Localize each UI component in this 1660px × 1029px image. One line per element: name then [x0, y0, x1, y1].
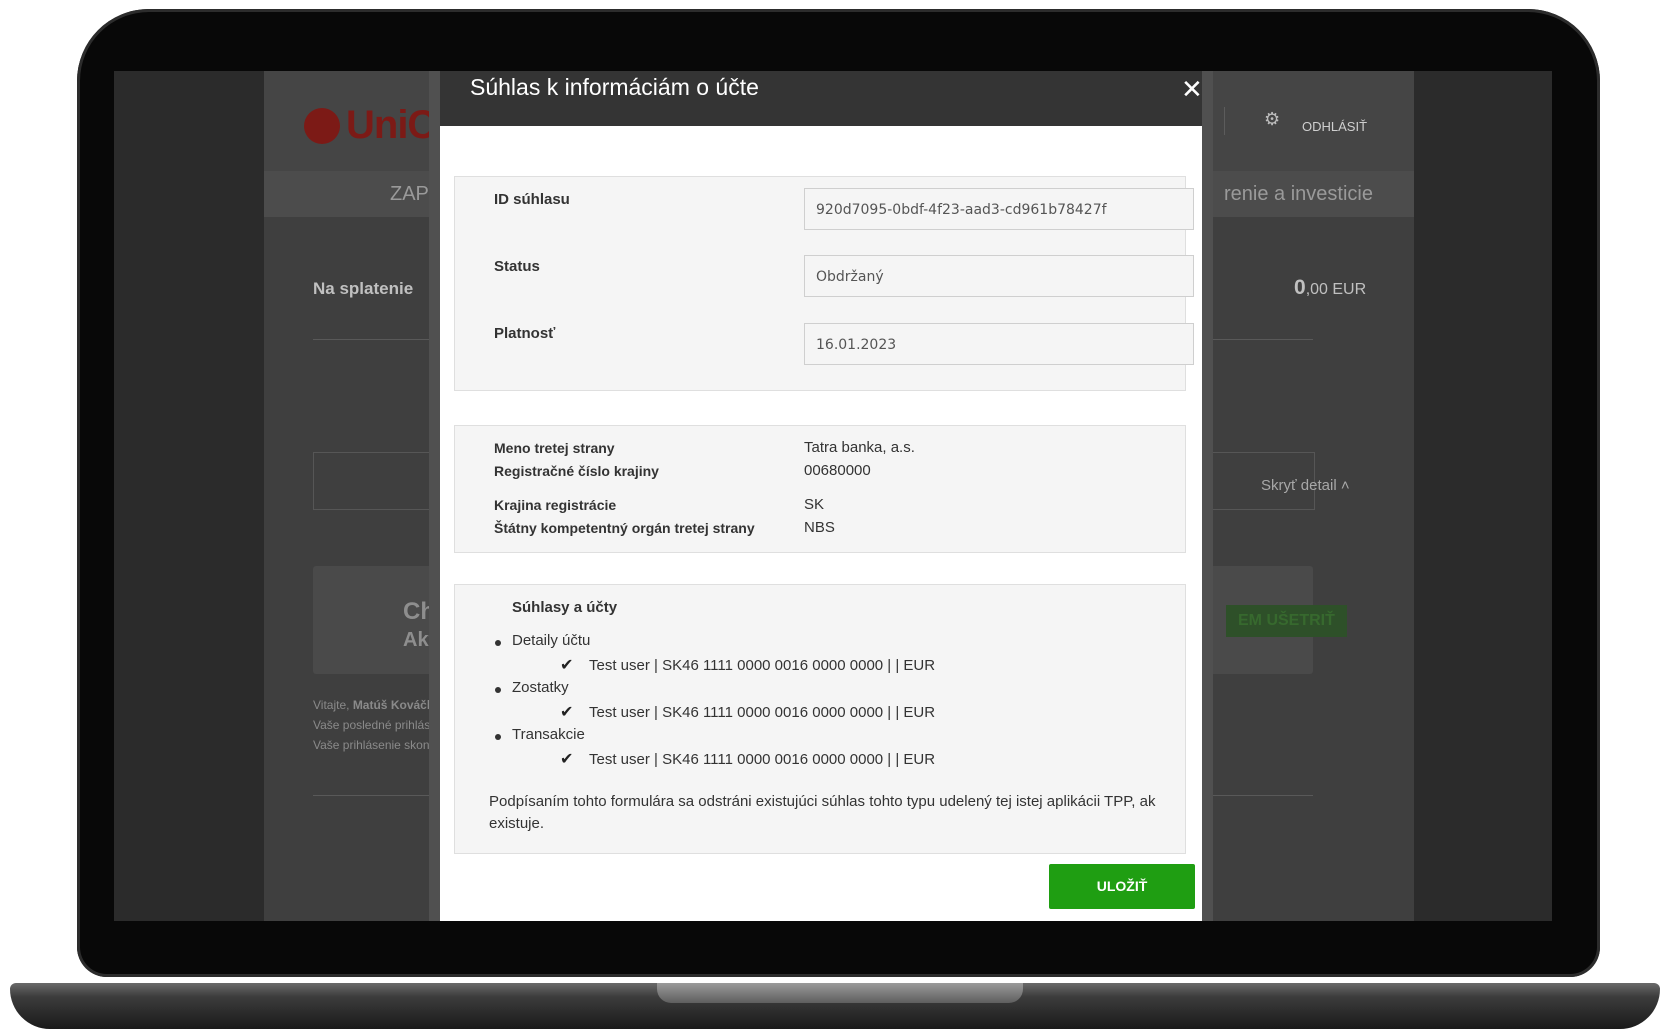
- checkmark-icon[interactable]: ✔: [560, 655, 573, 675]
- status-label: Status: [494, 258, 540, 275]
- consent-note: Podpísaním tohto formulára sa odstráni e…: [489, 793, 1156, 832]
- laptop-screen: UniCre ⚙ ODHLÁSIŤ ZAPLA renie a investic…: [114, 71, 1552, 921]
- logout-link[interactable]: ODHLÁSIŤ: [1302, 119, 1367, 134]
- checkmark-icon[interactable]: ✔: [560, 749, 573, 769]
- status-field[interactable]: Obdržaný: [804, 255, 1194, 297]
- validity-field[interactable]: 16.01.2023: [804, 323, 1194, 365]
- account-item: Test user | SK46 1111 0000 0016 0000 000…: [589, 704, 936, 721]
- country-value: SK: [804, 496, 825, 513]
- hide-detail-toggle[interactable]: Skryť detail ˄: [1261, 477, 1350, 494]
- consent-id-field[interactable]: 920d7095-0bdf-4f23-aad3-cd961b78427f: [804, 188, 1194, 230]
- welcome-name: Matúš Kováčl: [352, 698, 431, 712]
- consent-type-transactions: Transakcie: [512, 726, 585, 743]
- welcome-prefix: Vitajte,: [313, 698, 350, 712]
- welcome-block: Vitajte, Matúš Kováčl Vaše posledné prih…: [313, 695, 430, 755]
- gear-icon[interactable]: ⚙: [1264, 109, 1280, 130]
- chevron-up-icon: ˄: [1340, 477, 1350, 494]
- hide-detail-label: Skryť detail: [1261, 477, 1337, 494]
- last-login: Vaše posledné prihlás: [313, 718, 431, 732]
- country-label: Krajina registrácie: [494, 497, 617, 513]
- bullet-icon: [495, 640, 501, 646]
- consent-id-label: ID súhlasu: [494, 191, 570, 208]
- third-party-name-value: Tatra banka, a.s.: [804, 439, 915, 456]
- due-value-int: 0: [1294, 276, 1306, 299]
- consent-type-balances: Zostatky: [512, 679, 569, 696]
- due-value-rest: ,00 EUR: [1305, 281, 1367, 298]
- validity-label: Platnosť: [494, 325, 556, 342]
- modal-title: Súhlas k informáciám o účte: [470, 74, 759, 100]
- session-end: Vaše prihlásenie skon: [313, 738, 430, 752]
- due-value: 0,00 EUR: [1294, 276, 1366, 300]
- save-button[interactable]: ULOŽIŤ: [1049, 864, 1195, 909]
- authority-value: NBS: [804, 519, 835, 536]
- checkmark-icon[interactable]: ✔: [560, 702, 573, 722]
- account-item: Test user | SK46 1111 0000 0016 0000 000…: [589, 751, 936, 768]
- third-party-name-label: Meno tretej strany: [494, 440, 615, 456]
- consents-title: Súhlasy a účty: [512, 599, 618, 616]
- due-label: Na splatenie: [313, 279, 414, 298]
- promo-button[interactable]: EM UŠETRIŤ: [1226, 605, 1347, 637]
- authority-label: Štátny kompetentný orgán tretej strany: [494, 520, 755, 536]
- bullet-icon: [495, 734, 501, 740]
- laptop-notch: [657, 983, 1023, 1003]
- bank-logo-icon: [304, 108, 340, 144]
- country-reg-number-label: Registračné číslo krajiny: [494, 463, 659, 479]
- header-separator: [1224, 107, 1225, 135]
- close-icon[interactable]: ✕: [1181, 74, 1203, 105]
- country-reg-number-value: 00680000: [804, 462, 871, 479]
- nav-item-investments[interactable]: renie a investicie: [1224, 183, 1373, 206]
- account-item: Test user | SK46 1111 0000 0016 0000 000…: [589, 657, 936, 674]
- consent-type-account-details: Detaily účtu: [512, 632, 591, 649]
- bullet-icon: [495, 687, 501, 693]
